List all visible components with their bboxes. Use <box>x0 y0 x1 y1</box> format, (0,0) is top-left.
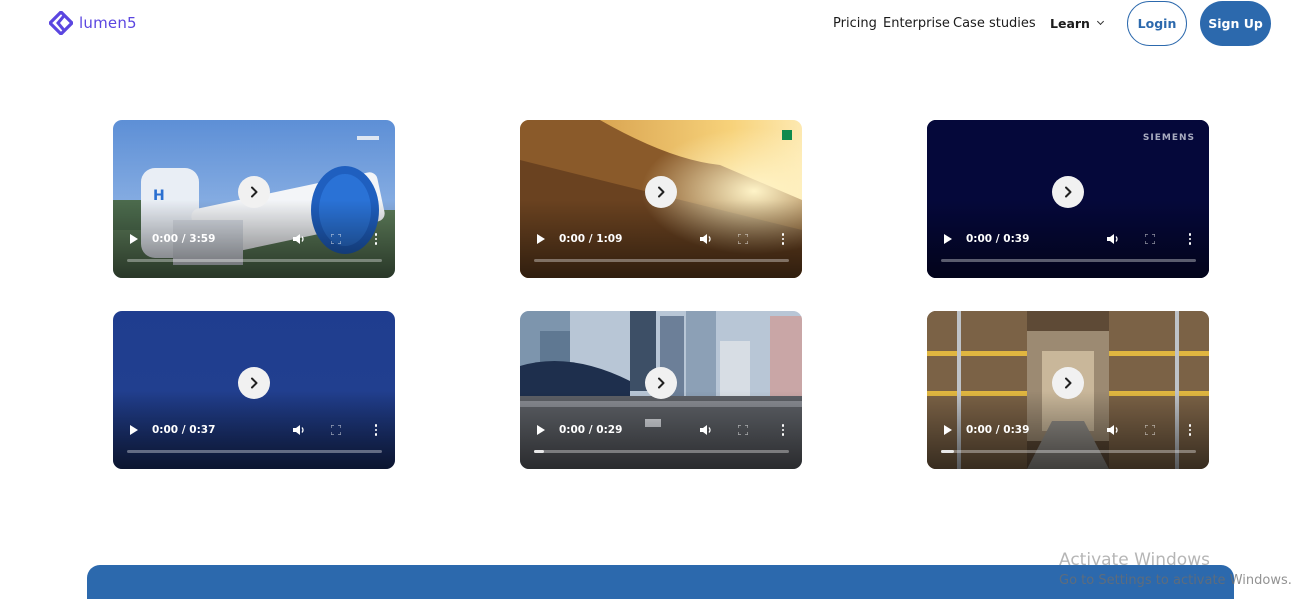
login-button[interactable]: Login <box>1127 1 1187 46</box>
fullscreen-icon[interactable] <box>1145 234 1155 244</box>
nav-enterprise[interactable]: Enterprise <box>883 16 950 31</box>
video-player[interactable]: 0:00 / 0:29 <box>520 311 802 469</box>
more-options-icon[interactable] <box>781 233 785 245</box>
more-options-icon[interactable] <box>374 424 378 436</box>
fullscreen-icon[interactable] <box>331 234 341 244</box>
progress-bar[interactable] <box>534 259 789 262</box>
play-overlay-button[interactable] <box>645 367 677 399</box>
video-player[interactable]: 0:00 / 0:37 <box>113 311 395 469</box>
siemens-logo: SIEMENS <box>1142 133 1195 143</box>
volume-icon[interactable] <box>1106 424 1120 436</box>
play-overlay-button[interactable] <box>1052 176 1084 208</box>
volume-icon[interactable] <box>1106 233 1120 245</box>
chevron-right-icon <box>658 186 665 198</box>
chevron-right-icon <box>1065 377 1072 389</box>
page: lumen5 Pricing Enterprise Case studies L… <box>0 0 1305 599</box>
fullscreen-icon[interactable] <box>738 425 748 435</box>
progress-fill <box>534 450 545 453</box>
play-icon[interactable] <box>130 234 138 244</box>
learn-label: Learn <box>1050 16 1090 31</box>
nav-case-studies[interactable]: Case studies <box>953 16 1036 31</box>
more-options-icon[interactable] <box>1188 424 1192 436</box>
progress-fill <box>941 450 954 453</box>
play-icon[interactable] <box>537 234 545 244</box>
video-player[interactable]: 0:00 / 0:39 <box>927 311 1209 469</box>
play-overlay-button[interactable] <box>1052 367 1084 399</box>
play-icon[interactable] <box>944 234 952 244</box>
volume-icon[interactable] <box>292 424 306 436</box>
chevron-right-icon <box>1065 186 1072 198</box>
chevron-right-icon <box>658 377 665 389</box>
chevron-down-icon <box>1096 17 1104 26</box>
nav-learn-dropdown[interactable]: Learn <box>1050 16 1104 31</box>
play-overlay-button[interactable] <box>645 176 677 208</box>
video-time: 0:00 / 3:59 <box>152 233 216 245</box>
progress-bar[interactable] <box>534 450 789 453</box>
play-icon[interactable] <box>130 425 138 435</box>
volume-icon[interactable] <box>292 233 306 245</box>
more-options-icon[interactable] <box>374 233 378 245</box>
video-time: 0:00 / 0:39 <box>966 233 1030 245</box>
video-time: 0:00 / 0:39 <box>966 424 1030 436</box>
lumen5-logo-icon <box>49 11 73 35</box>
logo-text: lumen5 <box>79 14 137 32</box>
play-icon[interactable] <box>537 425 545 435</box>
chevron-right-icon <box>251 186 258 198</box>
more-options-icon[interactable] <box>781 424 785 436</box>
volume-icon[interactable] <box>699 424 713 436</box>
video-player[interactable]: SIEMENS 0:00 / 0:39 <box>927 120 1209 278</box>
cta-banner <box>87 565 1234 599</box>
progress-bar[interactable] <box>127 259 382 262</box>
signup-button[interactable]: Sign Up <box>1200 1 1271 46</box>
play-icon[interactable] <box>944 425 952 435</box>
play-overlay-button[interactable] <box>238 176 270 208</box>
fullscreen-icon[interactable] <box>1145 425 1155 435</box>
more-options-icon[interactable] <box>1188 233 1192 245</box>
play-overlay-button[interactable] <box>238 367 270 399</box>
video-time: 0:00 / 0:29 <box>559 424 623 436</box>
progress-bar[interactable] <box>127 450 382 453</box>
fullscreen-icon[interactable] <box>738 234 748 244</box>
video-player[interactable]: H 0:00 / 3:59 <box>113 120 395 278</box>
fullscreen-icon[interactable] <box>331 425 341 435</box>
video-time: 0:00 / 0:37 <box>152 424 216 436</box>
video-time: 0:00 / 1:09 <box>559 233 623 245</box>
volume-icon[interactable] <box>699 233 713 245</box>
progress-bar[interactable] <box>941 259 1196 262</box>
nav-pricing[interactable]: Pricing <box>833 16 877 31</box>
progress-bar[interactable] <box>941 450 1196 453</box>
chevron-right-icon <box>251 377 258 389</box>
video-player[interactable]: 0:00 / 1:09 <box>520 120 802 278</box>
lumen5-logo[interactable]: lumen5 <box>49 11 137 35</box>
